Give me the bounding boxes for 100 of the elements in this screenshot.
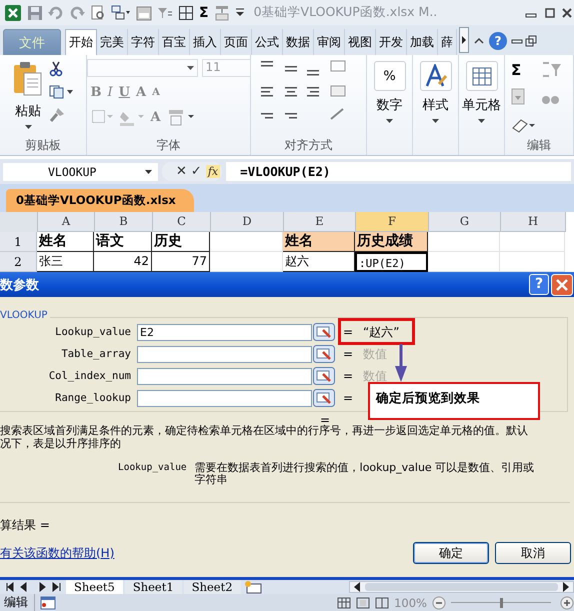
table-cell: 历史 — [152, 232, 210, 252]
ribbon-button[interactable]: % 数字 — [374, 59, 406, 137]
table-cell: 姓名 — [283, 232, 355, 252]
border-icon[interactable] — [90, 109, 112, 125]
input-field[interactable]: E2 — [137, 324, 312, 340]
table-cell: 姓名 — [37, 232, 94, 252]
equals-sign: = — [343, 347, 354, 361]
ribbon-tab[interactable]: 开始 — [65, 29, 97, 55]
group-label: 剪贴板 — [25, 138, 61, 152]
caret-icon — [432, 119, 439, 123]
argument-result: 数值 — [363, 346, 387, 362]
close-button[interactable] — [551, 274, 573, 296]
macro-record-icon[interactable] — [40, 596, 56, 610]
layout-icon[interactable] — [111, 4, 131, 20]
caret-icon — [145, 170, 152, 174]
restore-icon[interactable] — [524, 34, 538, 48]
print-preview-icon[interactable] — [90, 4, 106, 20]
function-description: 搜索表区域首列满足条件的元素，确定待检索单元格在区域中的行序号，再进一步返回选定单元格的值。默认 — [0, 424, 529, 437]
equals-sign: = — [343, 369, 354, 383]
help-link[interactable]: 有关该函数的帮助(H) — [0, 544, 407, 562]
row-header[interactable]: 2 — [0, 252, 37, 272]
dialog-title: 数参数 — [0, 276, 40, 294]
name-box[interactable]: VLOOKUP — [3, 162, 158, 180]
input-field[interactable] — [137, 368, 312, 384]
help-button[interactable]: ? — [529, 274, 549, 295]
column-header[interactable]: E — [284, 212, 356, 232]
dialog-button[interactable]: 确定 — [413, 542, 489, 564]
ribbon-button[interactable]: 单元格 — [462, 59, 501, 137]
argument-result: 数值 — [363, 368, 387, 384]
workbook-tab[interactable]: 0基础学VLOOKUP函数.xlsx — [6, 189, 194, 212]
sheet-tab[interactable]: Sheet2 — [184, 580, 241, 594]
copy-icon[interactable] — [49, 85, 73, 99]
group-label: 字体 — [156, 138, 180, 152]
table-cell: 语文 — [94, 232, 152, 252]
paste-button[interactable]: 粘贴 — [13, 59, 43, 137]
collapse-dialog-icon[interactable] — [313, 345, 335, 363]
equals-sign: = — [343, 391, 354, 405]
formula-result: 算结果 = — [0, 517, 51, 534]
caret-icon — [386, 119, 393, 123]
callout-note: 确定后预览到效果 — [368, 382, 540, 420]
column-header[interactable]: F — [356, 212, 429, 232]
table-cell: :UP(E2) — [355, 252, 428, 272]
input-field[interactable] — [137, 346, 312, 362]
table-grid-icon[interactable] — [178, 4, 194, 20]
caret-icon — [478, 119, 485, 123]
clipboard-icon — [13, 61, 43, 97]
column-header[interactable]: G — [429, 212, 501, 232]
format-painter-icon[interactable] — [49, 107, 65, 123]
dialog-button[interactable]: 取消 — [495, 542, 571, 564]
column-header[interactable]: C — [153, 212, 211, 232]
column-header[interactable]: D — [211, 212, 284, 232]
collapse-dialog-icon[interactable] — [313, 367, 335, 385]
window-title: 0基础学VLOOKUP函数.xlsx M.. — [254, 4, 438, 21]
zoom-out-icon[interactable] — [432, 596, 446, 610]
collapse-dialog-icon[interactable] — [313, 389, 335, 407]
formula-input[interactable]: =VLOOKUP(E2) — [226, 162, 571, 181]
enter-button[interactable]: ✓ — [190, 164, 202, 179]
help-button[interactable]: ? — [489, 32, 507, 50]
status-mode: 编辑 — [4, 594, 35, 611]
collapse-dialog-icon[interactable] — [313, 323, 335, 341]
row-header[interactable]: 1 — [0, 232, 37, 252]
equals-sign: = — [343, 325, 354, 339]
styles-icon — [424, 64, 446, 88]
column-header[interactable]: H — [501, 212, 566, 232]
sum-button[interactable]: Σ — [199, 4, 209, 20]
down-arrow — [394, 344, 408, 382]
argument-result: “赵六” — [363, 324, 400, 340]
page-layout-icon[interactable] — [356, 596, 370, 608]
scroll-left-icon[interactable] — [353, 582, 361, 592]
argument-label: Lookup_value — [54, 326, 132, 338]
column-header[interactable]: A — [38, 212, 95, 232]
argument-description: 需要在数据表首列进行搜索的值，lookup_value 可以是数值、引用或字符串 — [194, 462, 536, 486]
column-header[interactable]: B — [95, 212, 153, 232]
ribbon-button[interactable]: 样式 — [420, 59, 452, 137]
restore-icon[interactable] — [543, 6, 557, 20]
sheet-tab[interactable]: Sheet5 — [66, 580, 123, 594]
save-icon[interactable] — [27, 4, 43, 20]
sheet-tab[interactable]: Sheet1 — [124, 580, 182, 594]
caret-icon — [186, 66, 194, 70]
insert-function-button[interactable]: fx — [206, 165, 220, 178]
cancel-button[interactable]: ✕ — [176, 164, 187, 179]
horizontal-scrollbar[interactable] — [349, 581, 574, 593]
empty-cell — [500, 232, 565, 252]
page-break-icon[interactable] — [375, 596, 390, 608]
argument-label: Table_array — [60, 348, 132, 360]
argument-name: Lookup_value — [118, 462, 187, 475]
excel-logo-icon — [4, 4, 22, 22]
scroll-right-icon[interactable] — [562, 582, 570, 592]
group-label: 编辑 — [527, 138, 551, 152]
input-field[interactable] — [137, 390, 312, 406]
zoom-in-icon[interactable] — [560, 596, 574, 610]
close-icon[interactable] — [562, 6, 572, 20]
autosum-button[interactable]: Σ — [511, 61, 537, 82]
table-cell: 历史成绩 — [355, 232, 428, 252]
group-label: 对齐方式 — [284, 138, 332, 152]
normal-view-icon[interactable] — [337, 596, 352, 608]
slider-thumb[interactable] — [500, 598, 503, 608]
argument-label: Range_lookup — [54, 392, 132, 404]
scroll-right-icon[interactable] — [459, 27, 469, 53]
scissors-icon[interactable] — [49, 61, 63, 77]
